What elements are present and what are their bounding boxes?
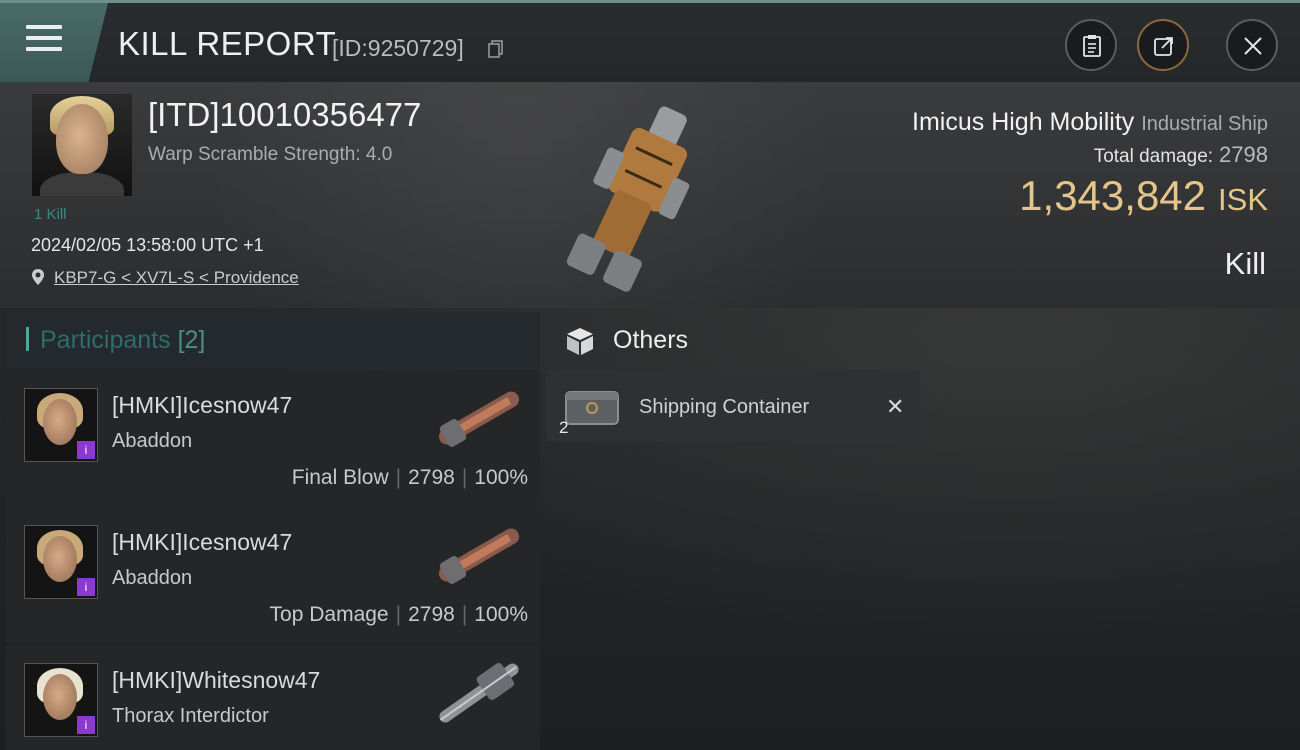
participant-stats: Top Damage | 2798 | 100% — [269, 603, 528, 626]
victim-ship-image — [566, 106, 690, 292]
participant-tag: Final Blow — [291, 466, 389, 489]
participant-portrait[interactable]: i — [24, 663, 98, 737]
page-title: KILL REPORT — [118, 25, 337, 62]
share-button[interactable] — [1137, 19, 1189, 71]
kill-datetime: 2024/02/05 13:58:00 UTC +1 — [31, 235, 264, 255]
participants-count: [2] — [177, 326, 206, 354]
info-badge-icon: i — [77, 578, 95, 596]
participant-ship: Abaddon — [112, 567, 193, 589]
menu-button[interactable] — [0, 3, 108, 82]
abaddon-ship-icon — [438, 391, 520, 447]
participant-tag: Top Damage — [269, 603, 389, 626]
abaddon-ship-icon — [438, 528, 520, 584]
warp-scramble-strength: Warp Scramble Strength: 4.0 — [148, 144, 393, 165]
info-badge-icon: i — [77, 716, 95, 734]
result-label: Kill — [1224, 246, 1266, 281]
close-button[interactable] — [1226, 19, 1278, 71]
participant-name: [HMKI]Icesnow47 — [112, 392, 293, 418]
participant-portrait[interactable]: i — [24, 525, 98, 599]
participant-ship: Thorax Interdictor — [112, 705, 269, 727]
participant-row[interactable]: i [HMKI]Icesnow47 Abaddon Final Blow | 279… — [6, 370, 540, 506]
participants-header[interactable]: Participants [2] — [6, 312, 540, 368]
shipping-container-icon — [565, 391, 619, 425]
item-name: Shipping Container — [639, 396, 810, 418]
location-link[interactable]: KBP7-G < XV7L-S < Providence — [54, 268, 299, 288]
title-bar: KILL REPORT [ID:9250729] — [0, 0, 1300, 82]
cube-icon — [567, 328, 593, 355]
others-header: Others — [548, 312, 1300, 368]
isk-value: 1,343,842 ISK — [1019, 172, 1268, 220]
share-icon — [1154, 37, 1173, 56]
others-label: Others — [613, 326, 689, 354]
report-id: [ID:9250729] — [332, 35, 464, 61]
ship-class: Industrial Ship — [1141, 113, 1268, 135]
participant-damage: 2798 — [408, 466, 455, 489]
location-pin-icon — [32, 269, 44, 285]
item-quantity: 2 — [559, 418, 569, 437]
participant-name: [HMKI]Icesnow47 — [112, 529, 293, 555]
close-icon — [1244, 37, 1262, 55]
kill-count: 1 Kill — [34, 206, 67, 223]
copy-icon[interactable] — [488, 40, 504, 58]
item-row[interactable]: 2 Shipping Container ✕ — [546, 370, 920, 442]
participant-ship: Abaddon — [112, 430, 193, 452]
victim-portrait[interactable] — [32, 94, 132, 196]
participants-label: Participants — [40, 326, 171, 354]
clipboard-button[interactable] — [1065, 19, 1117, 71]
participant-portrait[interactable]: i — [24, 388, 98, 462]
participant-name: [HMKI]Whitesnow47 — [112, 667, 321, 693]
participant-row[interactable]: i [HMKI]Whitesnow47 Thorax Interdictor — [6, 645, 540, 750]
participant-damage: 2798 — [408, 603, 455, 626]
destroyed-x-icon: ✕ — [886, 394, 905, 419]
thorax-ship-icon — [439, 663, 519, 723]
ship-name: Imicus High Mobility — [912, 108, 1135, 136]
total-damage-label: Total damage: — [1093, 146, 1214, 167]
total-damage-value: 2798 — [1219, 142, 1268, 167]
isk-unit: ISK — [1218, 182, 1268, 217]
participant-percent: 100% — [474, 466, 528, 489]
info-badge-icon: i — [77, 441, 95, 459]
victim-name[interactable]: [ITD]10010356477 — [148, 96, 421, 134]
total-damage: Total damage: 2798 — [1094, 142, 1268, 168]
isk-amount: 1,343,842 — [1019, 172, 1207, 219]
victim-ship-type: Imicus High Mobility Industrial Ship — [912, 108, 1268, 137]
participant-percent: 100% — [474, 603, 528, 626]
kill-report-window: KILL REPORT [ID:9250729] 1 Kill [ITD]100… — [0, 0, 1300, 750]
participant-row[interactable]: i [HMKI]Icesnow47 Abaddon Top Damage | 279… — [6, 507, 540, 643]
menu-icon — [26, 25, 62, 55]
participant-stats: Final Blow | 2798 | 100% — [291, 466, 528, 489]
victim-summary: 1 Kill [ITD]10010356477 Warp Scramble St… — [0, 82, 1300, 308]
clipboard-icon — [1083, 35, 1101, 57]
